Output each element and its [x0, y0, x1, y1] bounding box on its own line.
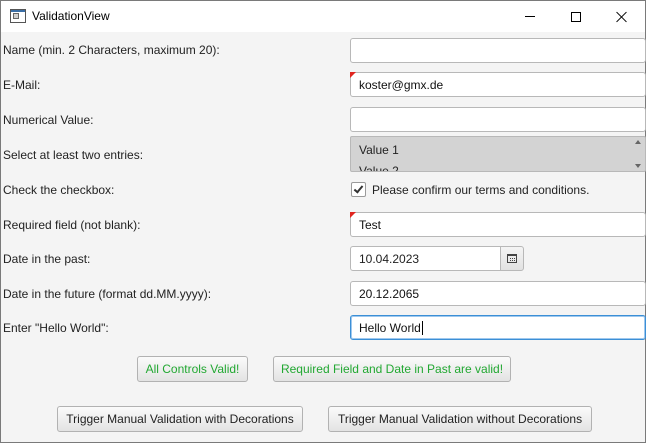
date-future-label: Date in the future (format dd.MM.yyyy): [3, 287, 212, 301]
list-item[interactable]: Value 1 [359, 143, 399, 157]
date-picker-button[interactable] [500, 246, 524, 271]
select-label: Select at least two entries: [3, 148, 144, 162]
text-caret [421, 320, 423, 335]
minimize-icon [525, 16, 535, 17]
date-past-value: 10.04.2023 [359, 251, 420, 266]
name-input[interactable] [350, 38, 646, 63]
required-label: Required field (not blank): [3, 218, 141, 232]
required-input[interactable]: Test [350, 212, 646, 237]
validation-window: ValidationView Name (min. 2 Characters, … [0, 0, 646, 443]
terms-checkbox[interactable] [351, 182, 366, 197]
title-bar: ValidationView [1, 1, 645, 32]
required-and-past-valid-button[interactable]: Required Field and Date in Past are vali… [273, 356, 511, 382]
calendar-icon [507, 254, 517, 263]
email-value: koster@gmx.de [359, 77, 444, 92]
email-label: E-Mail: [3, 78, 41, 92]
date-future-value: 20.12.2065 [359, 286, 420, 301]
numeric-label: Numerical Value: [3, 113, 94, 127]
validate-with-decorations-button[interactable]: Trigger Manual Validation with Decoratio… [57, 406, 303, 432]
checkbox-row-label: Check the checkbox: [3, 183, 115, 197]
required-value: Test [359, 217, 382, 232]
validate-without-decorations-button[interactable]: Trigger Manual Validation without Decora… [328, 406, 592, 432]
name-label: Name (min. 2 Characters, maximum 20): [3, 43, 220, 57]
numeric-input[interactable] [350, 107, 646, 132]
list-scrollbar[interactable] [633, 138, 643, 170]
scroll-down-icon[interactable] [635, 164, 641, 168]
date-future-input[interactable]: 20.12.2065 [350, 281, 646, 306]
required-error-marker [350, 212, 356, 218]
app-icon [10, 9, 26, 23]
hello-value: Hello World [359, 320, 421, 335]
email-input[interactable]: koster@gmx.de [350, 72, 646, 97]
check-icon [353, 183, 364, 194]
date-past-label: Date in the past: [3, 252, 91, 266]
list-item[interactable]: Value 2 [359, 164, 399, 171]
close-button[interactable] [599, 1, 645, 32]
hello-input[interactable]: Hello World [350, 315, 646, 340]
date-past-input[interactable]: 10.04.2023 [350, 246, 501, 271]
close-icon [616, 11, 628, 23]
all-controls-valid-button[interactable]: All Controls Valid! [137, 356, 248, 382]
minimize-button[interactable] [507, 1, 553, 32]
terms-checkbox-label[interactable]: Please confirm our terms and conditions. [372, 183, 589, 197]
maximize-button[interactable] [553, 1, 599, 32]
entries-list[interactable]: Value 1 Value 2 [350, 136, 646, 172]
window-title: ValidationView [32, 9, 110, 23]
email-error-marker [350, 72, 356, 78]
hello-label: Enter "Hello World": [3, 321, 109, 335]
scroll-up-icon[interactable] [635, 140, 641, 144]
maximize-icon [571, 11, 581, 22]
